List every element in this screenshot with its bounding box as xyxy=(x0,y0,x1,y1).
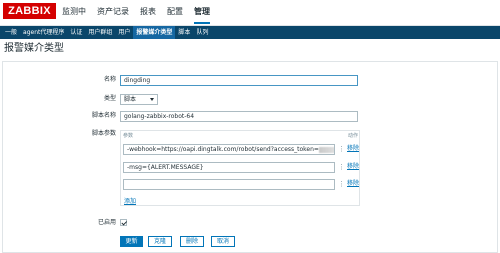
enabled-checkbox[interactable] xyxy=(120,219,127,226)
script-params-label: 脚本参数 xyxy=(91,130,116,137)
drag-handle-icon[interactable]: ⋮ xyxy=(338,162,345,172)
drag-handle-icon[interactable]: ⋮ xyxy=(338,179,345,189)
menu-monitoring[interactable]: 监测中 xyxy=(62,0,86,26)
remove-param-1[interactable]: 移除 xyxy=(347,144,359,154)
checkmark-icon xyxy=(121,219,127,225)
menu-configuration[interactable]: 配置 xyxy=(167,0,183,26)
type-select-value: 脚本 xyxy=(124,96,137,103)
param-input-2[interactable]: -msg={ALERT.MESSAGE} xyxy=(123,162,335,173)
update-button[interactable]: 更新 xyxy=(120,236,143,247)
param-input-3[interactable] xyxy=(123,179,335,190)
subnav-users[interactable]: 用户 xyxy=(115,26,133,39)
add-param-link[interactable]: 添加 xyxy=(124,198,136,206)
script-name-input[interactable]: golang-zabbix-robot-64 xyxy=(120,111,358,122)
enabled-label: 已启用 xyxy=(97,219,116,226)
type-select[interactable]: 脚本 xyxy=(120,94,158,105)
page-title: 报警媒介类型 xyxy=(4,43,64,54)
param-value-1: -webhook=https://oapi.dingtalk.com/robot… xyxy=(127,146,319,153)
script-params-table: 参数 动作 -webhook=https://oapi.dingtalk.com… xyxy=(120,130,360,206)
subnav-general[interactable]: 一般 xyxy=(2,26,20,39)
script-name-label: 脚本名称 xyxy=(91,112,116,119)
zabbix-logo[interactable]: ZABBIX xyxy=(3,3,56,19)
param-input-1[interactable]: -webhook=https://oapi.dingtalk.com/robot… xyxy=(123,144,335,155)
subnav-proxies[interactable]: agent代理程序 xyxy=(20,26,67,39)
delete-button[interactable]: 删除 xyxy=(180,236,204,247)
sub-navigation-bar: 一般 agent代理程序 认证 用户群组 用户 报警媒介类型 脚本 队列 xyxy=(0,26,500,39)
top-navigation-bar: ZABBIX 监测中 资产记录 报表 配置 管理 xyxy=(0,0,500,26)
subnav-scripts[interactable]: 脚本 xyxy=(175,26,193,39)
params-header-action: 动作 xyxy=(348,133,359,139)
menu-administration[interactable]: 管理 xyxy=(194,0,210,24)
type-label: 类型 xyxy=(103,95,116,102)
subnav-media-types[interactable]: 报警媒介类型 xyxy=(133,26,176,39)
redacted-token xyxy=(318,146,334,153)
remove-param-2[interactable]: 移除 xyxy=(347,162,359,172)
menu-inventory[interactable]: 资产记录 xyxy=(97,0,129,26)
remove-param-3[interactable]: 移除 xyxy=(347,179,359,189)
drag-handle-icon[interactable]: ⋮ xyxy=(338,144,345,154)
menu-reports[interactable]: 报表 xyxy=(140,0,156,26)
chevron-down-icon xyxy=(150,98,154,101)
params-header-param: 参数 xyxy=(123,133,134,139)
name-label: 名称 xyxy=(103,76,116,83)
subnav-queue[interactable]: 队列 xyxy=(193,26,211,39)
name-input[interactable]: dingding xyxy=(120,75,358,86)
subnav-user-groups[interactable]: 用户群组 xyxy=(85,26,115,39)
subnav-authentication[interactable]: 认证 xyxy=(67,26,85,39)
clone-button[interactable]: 克隆 xyxy=(148,236,172,247)
cancel-button[interactable]: 取消 xyxy=(211,236,235,247)
main-menu: 监测中 资产记录 报表 配置 管理 xyxy=(62,0,221,26)
